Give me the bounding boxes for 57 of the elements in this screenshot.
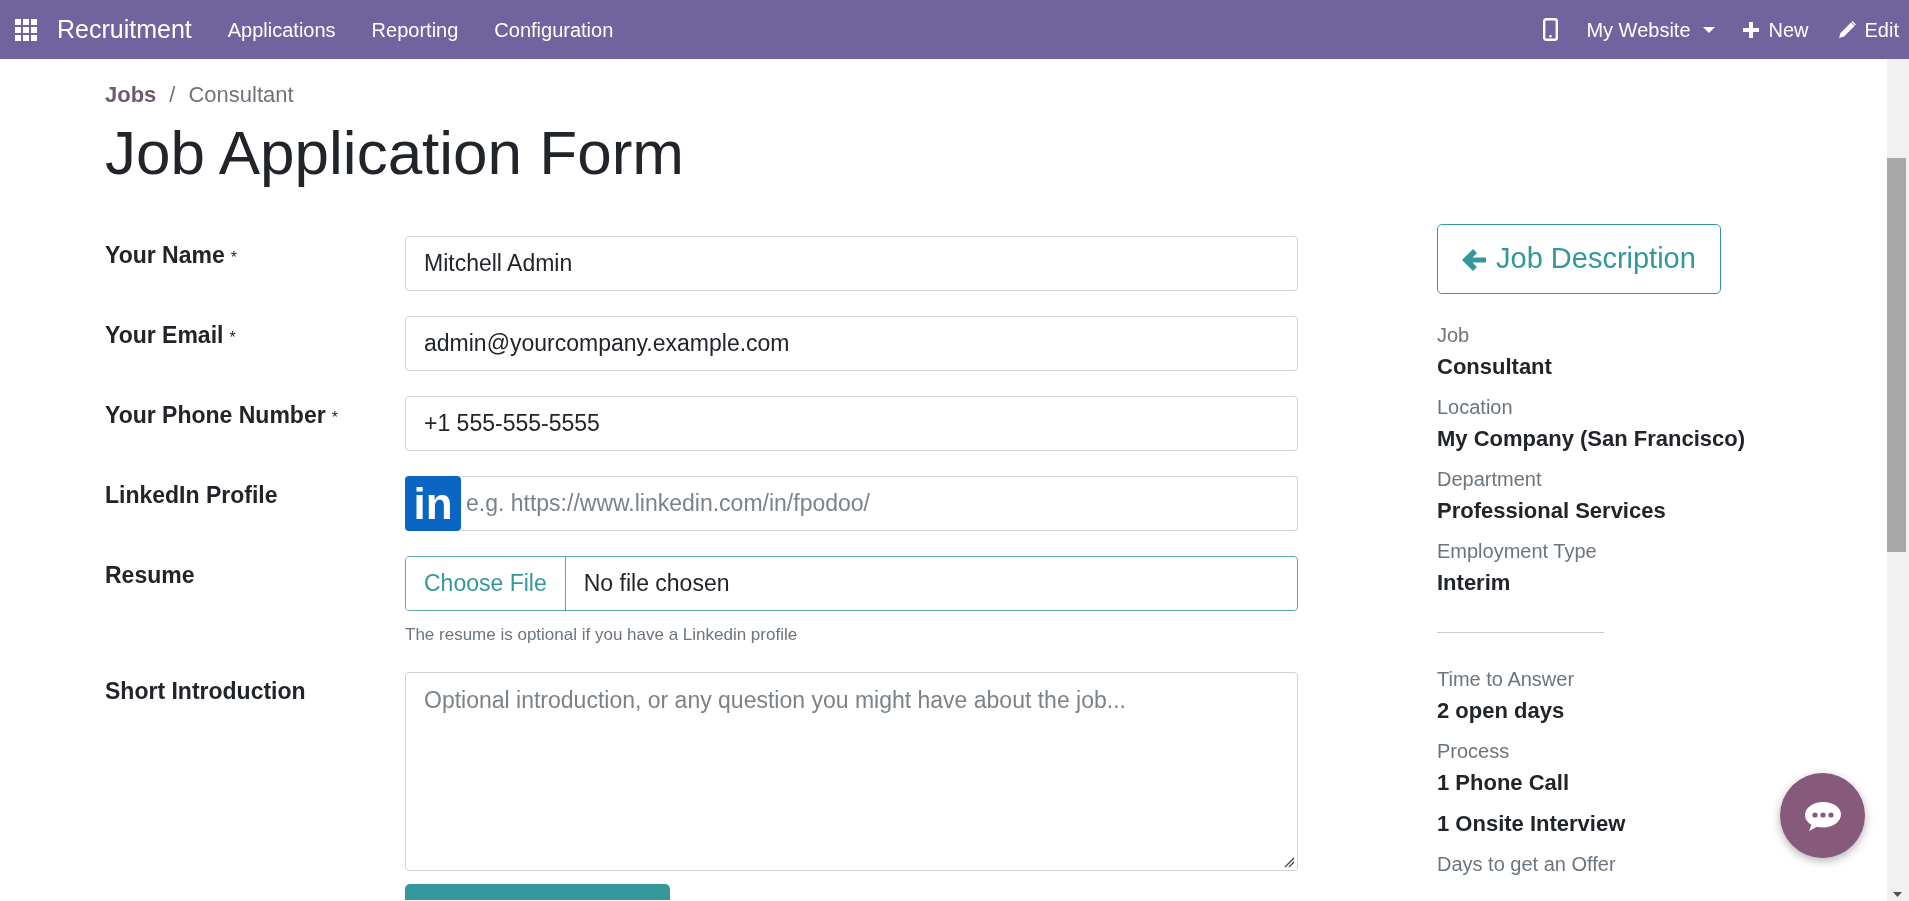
scrollbar[interactable] <box>1887 59 1909 901</box>
help-text: The resume is optional if you have a Linkedin profile <box>405 624 799 646</box>
apps-grid-icon[interactable] <box>15 18 37 41</box>
detail-value: 1 Onsite Interview <box>1437 810 1626 838</box>
detail-value: 2 open days <box>1437 697 1566 725</box>
text-field[interactable]: +1 555-555-5555 <box>405 396 1298 451</box>
detail-label: Process <box>1437 739 1511 764</box>
linkedin-logo: in <box>405 476 461 531</box>
app-name-link[interactable]: Recruitment <box>57 17 192 42</box>
detail-label: Time to Answer <box>1437 667 1576 692</box>
field-label: Short Introduction <box>105 677 306 706</box>
detail-label: Employment Type <box>1437 539 1598 564</box>
chat-button[interactable] <box>1780 773 1865 858</box>
field-label: Your Phone Number <box>105 401 326 430</box>
text-field[interactable]: Mitchell Admin <box>405 236 1298 291</box>
page-title: Job Application Form <box>105 117 685 189</box>
scroll-down-arrow-icon[interactable] <box>1893 892 1902 897</box>
detail-value: 1 Phone Call <box>1437 769 1571 797</box>
menu-item[interactable]: Configuration <box>494 19 614 40</box>
file-input[interactable]: Choose File No file chosen <box>405 556 1298 611</box>
required-mark: * <box>229 328 236 348</box>
chat-bubble-icon <box>1803 799 1842 832</box>
url-field[interactable]: e.g. https://www.linkedin.com/in/fpodoo/ <box>461 476 1298 531</box>
detail-label: Location <box>1437 395 1514 420</box>
detail-value: Interim <box>1437 569 1512 597</box>
field-label: Resume <box>105 561 195 590</box>
detail-value: Professional Services <box>1437 497 1667 525</box>
arrow-left-icon <box>1462 247 1486 271</box>
detail-value: Consultant <box>1437 353 1553 381</box>
text-field[interactable]: admin@yourcompany.example.com <box>405 316 1298 371</box>
resize-grip-icon[interactable] <box>1284 857 1295 868</box>
scrollbar-thumb[interactable] <box>1887 158 1906 552</box>
pencil-icon <box>1837 20 1856 39</box>
breadcrumb-link[interactable]: Jobs <box>105 82 157 108</box>
field-label: LinkedIn Profile <box>105 481 278 510</box>
choose-file-button[interactable]: Choose File <box>406 557 566 610</box>
detail-label: Job <box>1437 323 1471 348</box>
edit-button[interactable]: Edit <box>1837 19 1899 40</box>
file-name-text: No file chosen <box>582 569 730 599</box>
required-mark: * <box>230 248 237 268</box>
breadcrumb-current: Consultant <box>188 82 294 108</box>
website-dropdown[interactable]: My Website <box>1586 19 1715 40</box>
new-button[interactable]: New <box>1742 19 1809 40</box>
field-label: Your Email <box>105 321 224 350</box>
detail-label: Department <box>1437 467 1543 492</box>
required-mark: * <box>331 408 338 428</box>
field-label: Your Name <box>105 241 225 270</box>
detail-value: My Company (San Francisco) <box>1437 425 1746 453</box>
menu-item[interactable]: Applications <box>227 19 336 40</box>
job-description-button[interactable]: Job Description <box>1437 224 1721 294</box>
detail-label: Days to get an Offer <box>1437 852 1617 877</box>
mobile-phone-icon[interactable] <box>1543 18 1559 41</box>
caret-icon <box>1702 26 1715 33</box>
introduction-textarea[interactable]: Optional introduction, or any question you might have about the job... <box>405 672 1298 871</box>
breadcrumb-separator: / <box>169 82 176 108</box>
menu-item[interactable]: Reporting <box>371 19 459 40</box>
plus-icon <box>1742 21 1759 38</box>
